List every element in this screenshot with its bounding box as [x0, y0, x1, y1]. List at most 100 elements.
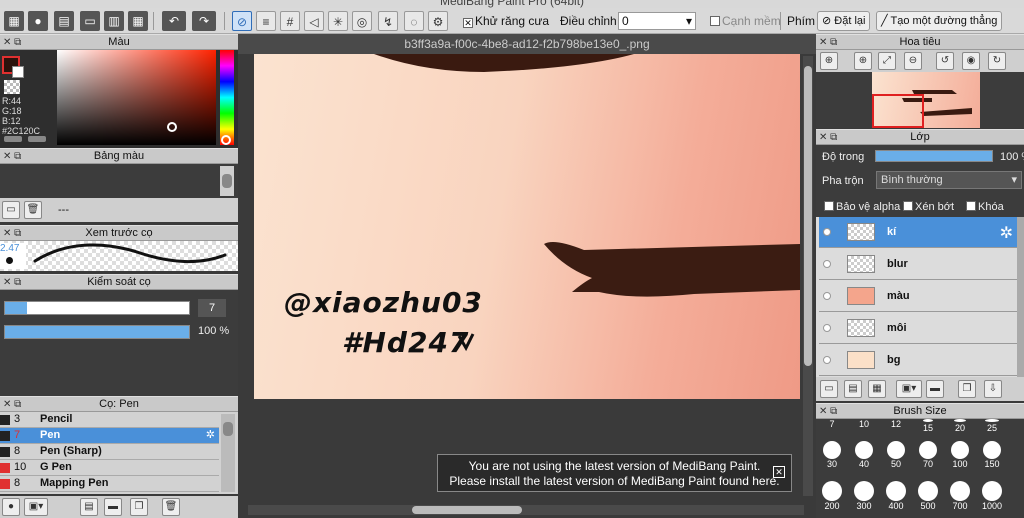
vertical-scrollbar[interactable] — [803, 56, 813, 496]
brush-list-scrollbar[interactable] — [221, 414, 235, 492]
document-tab[interactable]: b3ff3a9a-f00c-4be8-ad12-f2b798be13e0_.pn… — [238, 34, 816, 54]
halftone-layer-icon[interactable]: ▦ — [868, 380, 886, 398]
rotate-right-icon[interactable]: ↻ — [988, 52, 1006, 70]
eye-icon[interactable] — [823, 356, 831, 364]
page-icon[interactable]: ▭ — [80, 11, 100, 31]
color-mode-button[interactable] — [4, 136, 22, 142]
drawing-canvas[interactable]: @xiaozhu03 #Hd247 — [254, 54, 800, 399]
radial-line-icon[interactable]: ◁ — [304, 11, 324, 31]
soft-edge-checkbox[interactable]: Cạnh mềm — [710, 14, 781, 28]
brush-size-cell[interactable]: 700 — [944, 481, 976, 515]
eye-icon[interactable] — [823, 260, 831, 268]
update-notification[interactable]: You are not using the latest version of … — [437, 454, 792, 492]
hue-slider[interactable] — [220, 50, 234, 145]
brush-item-g-pen[interactable]: 10 G Pen — [0, 460, 219, 476]
eye-icon[interactable] — [823, 292, 831, 300]
lock-checkbox[interactable]: Khóa — [966, 201, 1004, 213]
window-icon[interactable]: ▦ — [4, 11, 24, 31]
close-icon[interactable]: ✕ — [773, 466, 785, 478]
color-picker-handle[interactable] — [167, 122, 177, 132]
duplicate-icon[interactable]: ❐ — [958, 380, 976, 398]
parallel-snap-icon[interactable]: ≡ — [256, 11, 276, 31]
reset-button[interactable]: ⊘ Đặt lại — [817, 11, 871, 31]
layer-item-blur[interactable]: blur — [819, 249, 1017, 280]
hue-handle[interactable] — [221, 135, 231, 145]
brush-page-icon[interactable]: ▤ — [80, 498, 98, 516]
color-saturation-picker[interactable] — [57, 50, 216, 145]
trash-icon[interactable]: 🗑 — [24, 201, 42, 219]
straight-line-button[interactable]: ╱ Tạo một đường thẳng — [876, 11, 1003, 31]
adjust-select[interactable]: 0 ▾ — [618, 12, 696, 30]
brush-size-cell[interactable]: 400 — [880, 481, 912, 515]
add-layer-menu-icon[interactable]: ▣▾ — [896, 380, 922, 398]
close-icon[interactable]: ✕ ⧉ — [3, 149, 21, 164]
new-page-icon[interactable]: ▭ — [2, 201, 20, 219]
brush-size-cell[interactable]: 300 — [848, 481, 880, 515]
horizontal-scrollbar[interactable] — [248, 505, 804, 515]
rotate-reset-icon[interactable]: ◉ — [962, 52, 980, 70]
layer-item-moi[interactable]: môi — [819, 313, 1017, 344]
brush-opacity-slider[interactable] — [4, 325, 190, 339]
scrollbar-thumb[interactable] — [412, 506, 522, 514]
zoom-out-icon[interactable]: ⊖ — [904, 52, 922, 70]
brush-size-cell[interactable]: 150 — [976, 441, 1008, 475]
rotate-left-icon[interactable]: ↺ — [936, 52, 954, 70]
brush-size-cell[interactable]: 100 — [944, 441, 976, 475]
no-snap-icon[interactable]: ⊘ — [232, 11, 252, 31]
close-icon[interactable]: ✕ ⧉ — [819, 35, 837, 50]
brush-size-cell[interactable]: 50 — [880, 441, 912, 475]
brush-item-pen[interactable]: 7 Pen ✲ — [0, 428, 219, 444]
brush-size-cell[interactable]: 500 — [912, 481, 944, 515]
fit-icon[interactable]: ⤢ — [878, 52, 896, 70]
gear-icon[interactable]: ✲ — [1000, 223, 1013, 243]
transparent-swatch[interactable] — [4, 80, 20, 94]
scrollbar-thumb[interactable] — [223, 422, 233, 436]
layer-item-ki[interactable]: kí ✲ — [819, 217, 1017, 248]
folder-icon[interactable]: ▬ — [926, 380, 944, 398]
eye-icon[interactable] — [823, 324, 831, 332]
perspective-icon[interactable]: ◌ — [404, 11, 424, 31]
grid-window-icon[interactable]: ▦ — [128, 11, 148, 31]
navigator-viewport[interactable] — [872, 94, 924, 128]
close-icon[interactable]: ✕ ⧉ — [3, 226, 21, 241]
eye-icon[interactable] — [823, 228, 831, 236]
zoom-in-icon-2[interactable]: ⊕ — [854, 52, 872, 70]
brush-size-cell[interactable]: 1000 — [976, 481, 1008, 515]
close-icon[interactable]: ✕ ⧉ — [819, 130, 837, 145]
new-page-layer-icon[interactable]: ▤ — [844, 380, 862, 398]
antialias-checkbox[interactable]: ✕ Khử răng cưa — [463, 14, 549, 28]
curve-snap-icon[interactable]: ↯ — [378, 11, 398, 31]
close-icon[interactable]: ✕ ⧉ — [3, 35, 21, 50]
add-brush-icon[interactable]: ● — [2, 498, 20, 516]
clip-checkbox[interactable]: Xén bớt — [903, 201, 954, 213]
brush-size-cell[interactable]: 30 — [816, 441, 848, 475]
brush-menu-icon[interactable]: ▣▾ — [24, 498, 48, 516]
close-icon[interactable]: ✕ ⧉ — [819, 404, 837, 419]
grid-snap-icon[interactable]: # — [280, 11, 300, 31]
scrollbar-thumb[interactable] — [804, 66, 812, 366]
color-mode-button-2[interactable] — [28, 136, 46, 142]
panel-icon[interactable]: ▥ — [104, 11, 124, 31]
close-icon[interactable]: ✕ ⧉ — [3, 397, 21, 412]
palette-scrollbar[interactable] — [220, 166, 234, 196]
layer-item-mau[interactable]: màu — [819, 281, 1017, 312]
redo-icon[interactable]: ↷ — [192, 11, 216, 31]
circle-snap-icon[interactable]: ◎ — [352, 11, 372, 31]
brush-size-cell[interactable]: 200 — [816, 481, 848, 515]
folder-icon[interactable]: ▬ — [104, 498, 122, 516]
chat-icon[interactable]: ● — [28, 11, 48, 31]
brush-item-mapping-pen[interactable]: 8 Mapping Pen — [0, 476, 219, 492]
comment-icon[interactable]: ▤ — [54, 11, 74, 31]
duplicate-icon[interactable]: ❐ — [130, 498, 148, 516]
merge-icon[interactable]: ⇩ — [984, 380, 1002, 398]
gear-icon[interactable]: ✲ — [206, 428, 215, 443]
brush-size-slider[interactable] — [4, 301, 190, 315]
radial-snap-icon[interactable]: ✳ — [328, 11, 348, 31]
undo-icon[interactable]: ↶ — [162, 11, 186, 31]
brush-size-field[interactable]: 7 — [198, 299, 226, 317]
layer-list-scrollbar[interactable] — [1017, 217, 1024, 377]
blend-mode-select[interactable]: Bình thường ▾ — [876, 171, 1022, 189]
brush-size-cell[interactable]: 40 — [848, 441, 880, 475]
trash-icon[interactable]: 🗑 — [162, 498, 180, 516]
layer-opacity-slider[interactable] — [875, 150, 993, 162]
